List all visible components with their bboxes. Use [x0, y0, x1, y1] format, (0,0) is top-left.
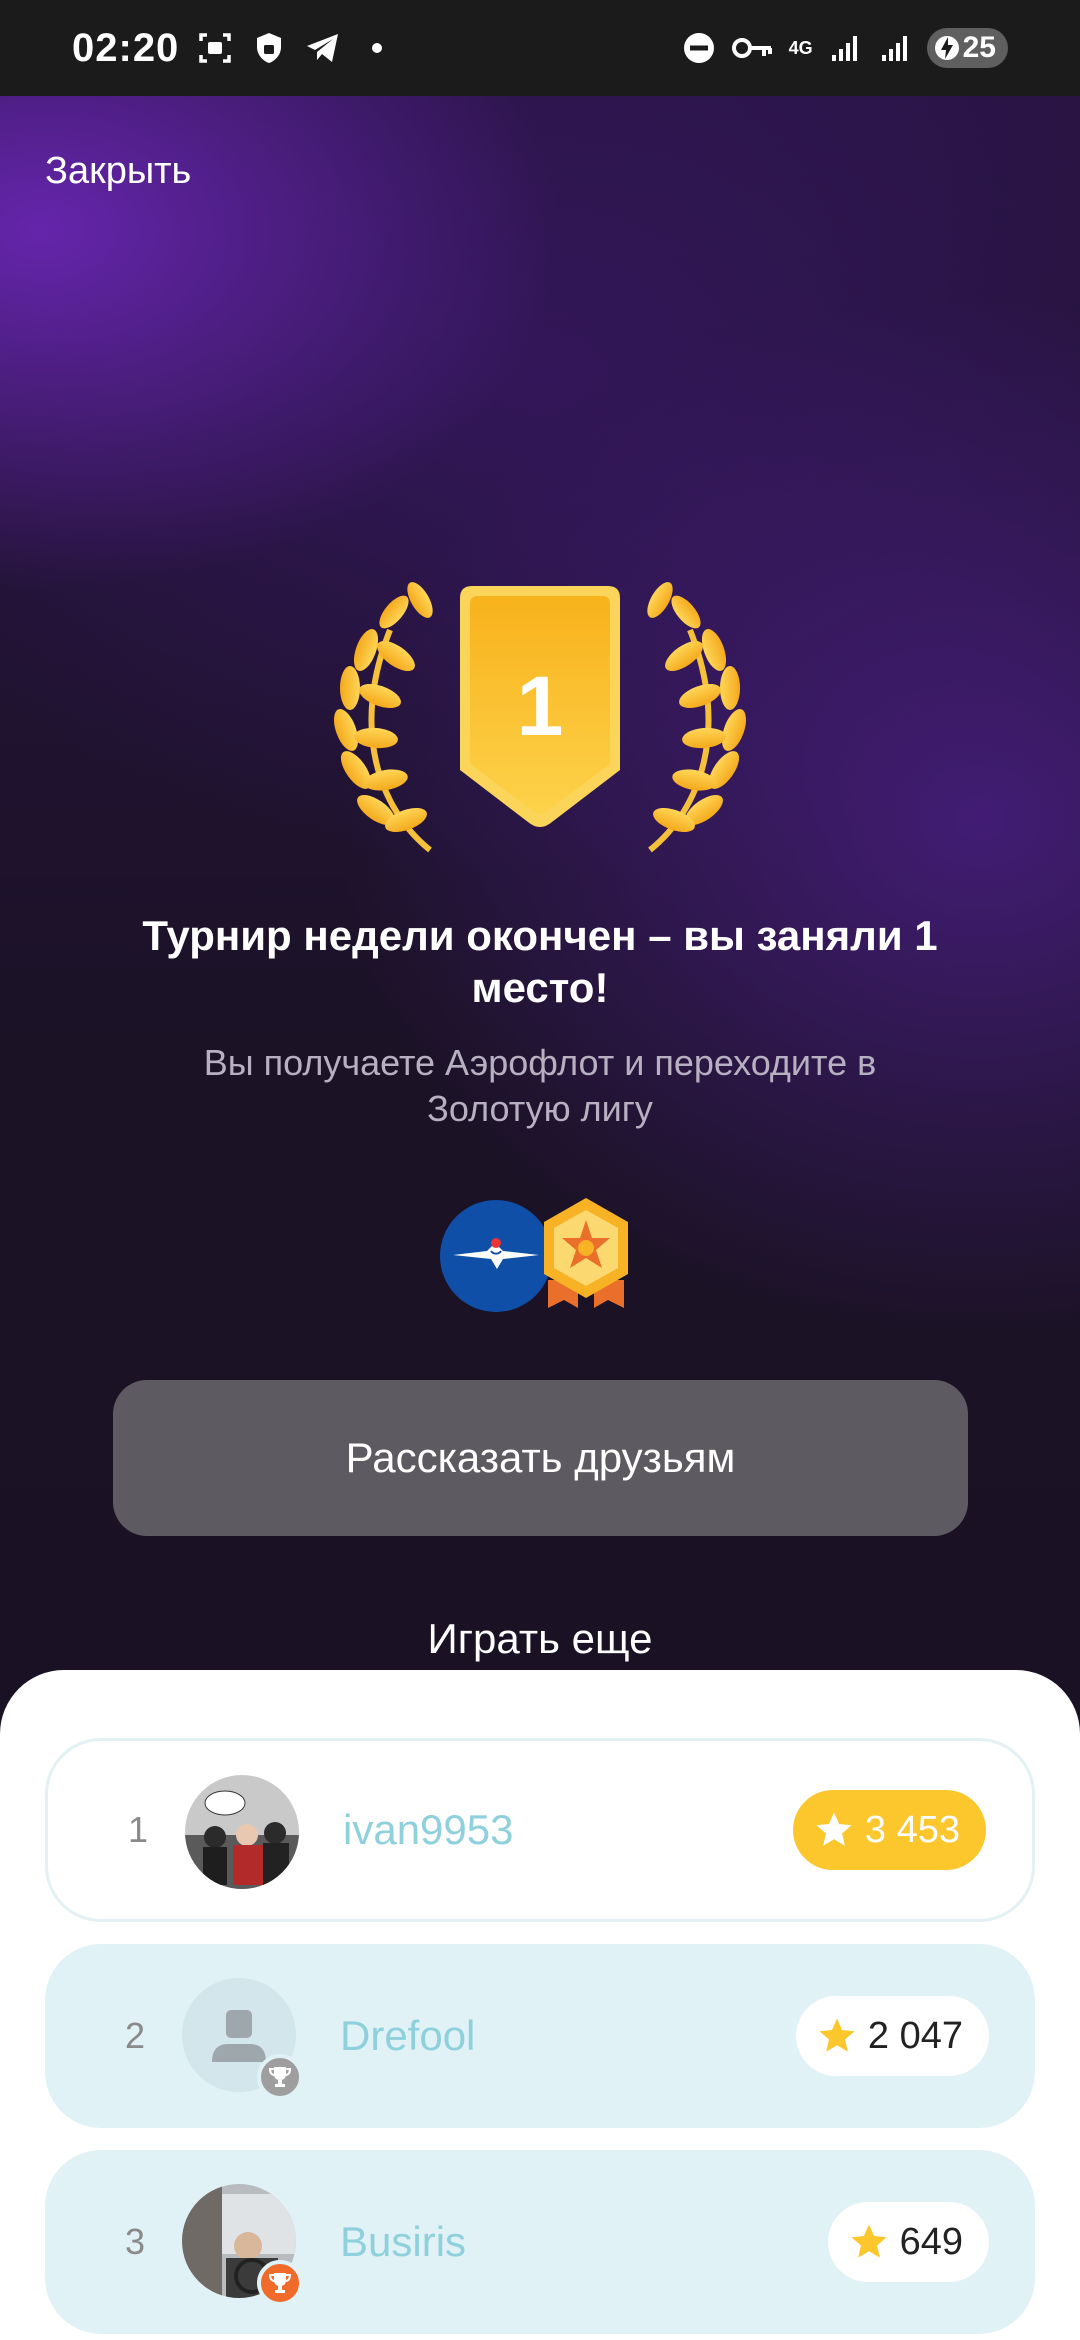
key-icon	[731, 30, 775, 66]
leaderboard-row[interactable]: 3 Busiris 649	[45, 2150, 1035, 2334]
player-name: Drefool	[340, 2012, 476, 2059]
network-type: 4G	[788, 38, 813, 58]
battery-indicator: 25	[926, 28, 1008, 68]
tournament-result-screen: 02:20 4G 25 Закрыть 1 Турнир недели окон…	[0, 0, 1080, 2340]
status-time: 02:20	[72, 25, 180, 70]
share-with-friends-button[interactable]: Рассказать друзьям	[113, 1380, 968, 1536]
status-bar: 02:20 4G 25	[0, 0, 1080, 96]
avatar	[185, 1775, 299, 1889]
dot-icon	[359, 30, 395, 66]
rank-number: 1	[516, 659, 564, 753]
star-icon	[816, 1812, 852, 1846]
trophy-icon	[257, 2054, 303, 2100]
status-bar-right: 4G 25	[681, 28, 1008, 68]
trophy-icon	[257, 2260, 303, 2306]
leaderboard-row[interactable]: 1 ivan9953 3 453	[45, 1738, 1035, 1922]
score-badge: 649	[827, 2202, 989, 2282]
score-badge: 2 047	[795, 1996, 989, 2076]
star-icon	[819, 2018, 855, 2052]
player-name: ivan9953	[343, 1806, 514, 1853]
play-again-button[interactable]: Играть еще	[0, 1615, 1080, 1663]
signal-icon	[827, 30, 863, 66]
result-subtitle: Вы получаете Аэрофлот и переходите в Зол…	[203, 1042, 877, 1129]
battery-level: 25	[962, 31, 996, 64]
aeroflot-logo-icon	[440, 1200, 552, 1312]
score-badge: 3 453	[792, 1790, 986, 1870]
signal-icon	[877, 30, 913, 66]
leaderboard-rank: 2	[124, 2015, 146, 2056]
close-button[interactable]: Закрыть	[45, 150, 191, 193]
score-value: 3 453	[864, 1808, 960, 1851]
player-name: Busiris	[340, 2218, 467, 2265]
star-icon	[851, 2224, 887, 2258]
vpn-shield-icon	[251, 30, 287, 66]
rewards-group	[440, 1196, 640, 1314]
leaderboard-row[interactable]: 2 Drefool 2 047	[45, 1944, 1035, 2128]
score-value: 2 047	[867, 2014, 963, 2057]
rank-trophy: 1	[320, 570, 760, 860]
score-value: 649	[899, 2220, 963, 2263]
status-bar-left: 02:20	[72, 26, 395, 71]
gold-league-badge-icon	[538, 1196, 634, 1314]
result-title: Турнир недели окончен – вы заняли 1 мест…	[142, 912, 938, 1011]
do-not-disturb-icon	[681, 30, 717, 66]
leaderboard-rank: 3	[124, 2221, 146, 2262]
battery-charging-icon	[934, 36, 959, 60]
screenshot-icon	[197, 30, 233, 66]
telegram-icon	[305, 30, 341, 66]
leaderboard-rank: 1	[127, 1809, 149, 1850]
